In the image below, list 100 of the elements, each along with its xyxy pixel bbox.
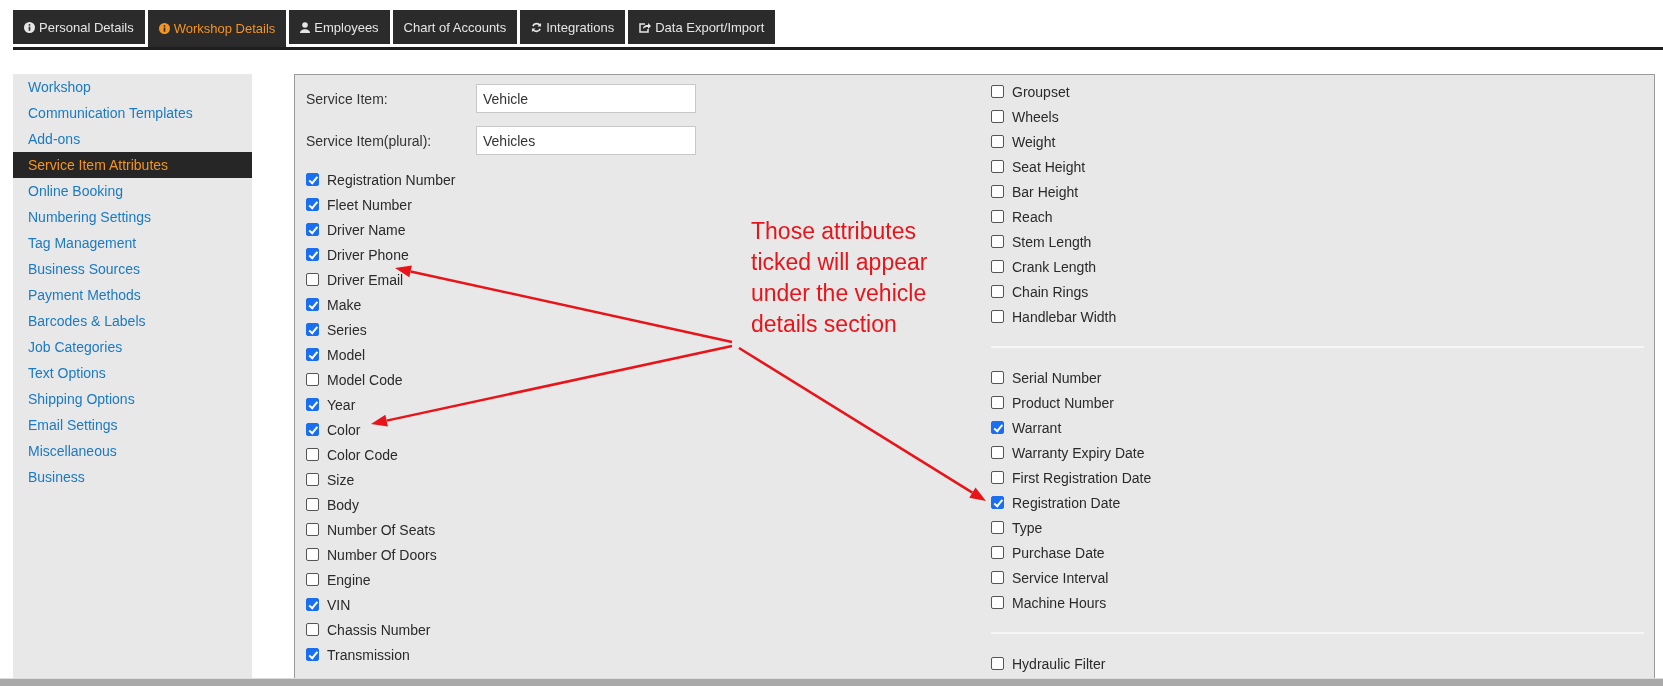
checkbox[interactable] (306, 598, 319, 611)
sidebar-item[interactable]: Tag Management (13, 230, 252, 256)
sidebar-item[interactable]: Barcodes & Labels (13, 308, 252, 334)
checkbox-label[interactable]: Transmission (327, 646, 410, 663)
checkbox-label[interactable]: Model (327, 346, 366, 363)
checkbox-label[interactable]: Serial Number (1012, 369, 1102, 386)
checkbox-label[interactable]: Series (327, 321, 367, 338)
tab[interactable]: Chart of Accounts (392, 10, 518, 44)
sidebar-item[interactable]: Workshop (13, 74, 252, 100)
checkbox[interactable] (306, 173, 319, 186)
checkbox[interactable] (306, 498, 319, 511)
checkbox[interactable] (306, 523, 319, 536)
checkbox[interactable] (991, 396, 1004, 409)
checkbox[interactable] (306, 373, 319, 386)
checkbox[interactable] (306, 448, 319, 461)
checkbox[interactable] (991, 596, 1004, 609)
checkbox-label[interactable]: Warrant (1012, 419, 1062, 436)
checkbox[interactable] (306, 648, 319, 661)
checkbox-label[interactable]: Number Of Seats (327, 521, 436, 538)
checkbox[interactable] (991, 471, 1004, 484)
checkbox-label[interactable]: First Registration Date (1012, 469, 1152, 486)
checkbox-label[interactable]: Handlebar Width (1012, 308, 1117, 325)
checkbox[interactable] (991, 546, 1004, 559)
checkbox[interactable] (991, 657, 1004, 670)
checkbox[interactable] (306, 398, 319, 411)
tab[interactable]: Workshop Details (147, 10, 287, 47)
sidebar-item[interactable]: Email Settings (13, 412, 252, 438)
checkbox[interactable] (306, 223, 319, 236)
checkbox-label[interactable]: Driver Name (327, 221, 406, 238)
checkbox-label[interactable]: Reach (1012, 208, 1053, 225)
checkbox[interactable] (991, 235, 1004, 248)
checkbox-label[interactable]: VIN (327, 596, 351, 613)
checkbox[interactable] (306, 273, 319, 286)
checkbox[interactable] (991, 571, 1004, 584)
checkbox-label[interactable]: Groupset (1012, 83, 1070, 100)
checkbox-label[interactable]: Type (1012, 519, 1043, 536)
sidebar-item[interactable]: Business Sources (13, 256, 252, 282)
checkbox-label[interactable]: Seat Height (1012, 158, 1086, 175)
checkbox[interactable] (991, 310, 1004, 323)
sidebar-item[interactable]: Job Categories (13, 334, 252, 360)
checkbox[interactable] (306, 423, 319, 436)
checkbox-label[interactable]: Weight (1012, 133, 1056, 150)
sidebar-item[interactable]: Numbering Settings (13, 204, 252, 230)
input-field[interactable]: Vehicles (476, 126, 696, 155)
checkbox-label[interactable]: Driver Email (327, 271, 404, 288)
checkbox[interactable] (306, 248, 319, 261)
input-field[interactable]: Vehicle (476, 84, 696, 113)
checkbox-label[interactable]: Color Code (327, 446, 398, 463)
checkbox-label[interactable]: Purchase Date (1012, 544, 1105, 561)
sidebar-item[interactable]: Communication Templates (13, 100, 252, 126)
checkbox-label[interactable]: Year (327, 396, 356, 413)
checkbox-label[interactable]: Warranty Expiry Date (1012, 444, 1145, 461)
checkbox[interactable] (991, 521, 1004, 534)
checkbox[interactable] (991, 185, 1004, 198)
checkbox-label[interactable]: Service Interval (1012, 569, 1109, 586)
checkbox[interactable] (991, 285, 1004, 298)
checkbox[interactable] (991, 446, 1004, 459)
checkbox[interactable] (306, 298, 319, 311)
sidebar-item[interactable]: Add-ons (13, 126, 252, 152)
sidebar-item[interactable]: Payment Methods (13, 282, 252, 308)
checkbox-label[interactable]: Stem Length (1012, 233, 1092, 250)
checkbox-label[interactable]: Body (327, 496, 359, 513)
checkbox-label[interactable]: Chain Rings (1012, 283, 1089, 300)
checkbox-label[interactable]: Chassis Number (327, 621, 431, 638)
checkbox[interactable] (306, 198, 319, 211)
checkbox[interactable] (991, 135, 1004, 148)
checkbox[interactable] (991, 210, 1004, 223)
checkbox[interactable] (991, 421, 1004, 434)
sidebar-item[interactable]: Online Booking (13, 178, 252, 204)
checkbox-label[interactable]: Size (327, 471, 355, 488)
checkbox[interactable] (306, 623, 319, 636)
horizontal-scrollbar[interactable] (0, 678, 1663, 686)
checkbox-label[interactable]: Registration Date (1012, 494, 1121, 511)
checkbox-label[interactable]: Driver Phone (327, 246, 409, 263)
checkbox-label[interactable]: Number Of Doors (327, 546, 437, 563)
checkbox[interactable] (306, 548, 319, 561)
checkbox[interactable] (306, 323, 319, 336)
sidebar-item[interactable]: Miscellaneous (13, 438, 252, 464)
checkbox-label[interactable]: Hydraulic Filter (1012, 655, 1106, 672)
tab[interactable]: Employees (289, 10, 390, 44)
checkbox[interactable] (991, 496, 1004, 509)
sidebar-item[interactable]: Business (13, 464, 252, 490)
checkbox-label[interactable]: Bar Height (1012, 183, 1079, 200)
checkbox[interactable] (306, 473, 319, 486)
checkbox-label[interactable]: Machine Hours (1012, 594, 1107, 611)
tab[interactable]: Data Export/Import (628, 10, 776, 44)
checkbox[interactable] (991, 260, 1004, 273)
checkbox-label[interactable]: Fleet Number (327, 196, 412, 213)
checkbox-label[interactable]: Color (327, 421, 361, 438)
checkbox[interactable] (306, 348, 319, 361)
tab[interactable]: Personal Details (13, 10, 145, 44)
checkbox-label[interactable]: Model Code (327, 371, 403, 388)
checkbox[interactable] (991, 160, 1004, 173)
checkbox-label[interactable]: Crank Length (1012, 258, 1097, 275)
tab[interactable]: Integrations (520, 10, 626, 44)
checkbox-label[interactable]: Wheels (1012, 108, 1059, 125)
checkbox[interactable] (306, 573, 319, 586)
checkbox[interactable] (991, 371, 1004, 384)
sidebar-item[interactable]: Service Item Attributes (13, 152, 252, 178)
checkbox-label[interactable]: Engine (327, 571, 371, 588)
